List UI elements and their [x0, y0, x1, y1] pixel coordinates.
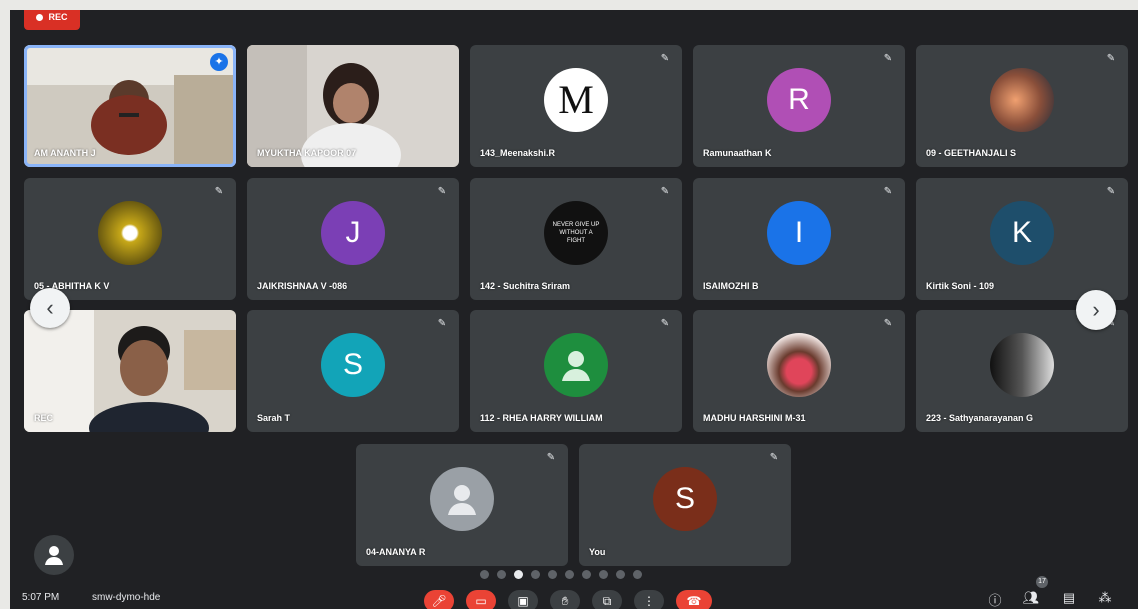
present-icon[interactable]: ⧉ [592, 590, 622, 609]
participant-tile[interactable]: ✎ K Kirtik Soni - 109 [916, 178, 1128, 300]
participant-name: ISAIMOZHI B [703, 281, 759, 291]
mic-muted-icon: ✎ [214, 186, 224, 197]
participant-avatar-photo [990, 332, 1054, 397]
participant-name: REC [34, 413, 54, 423]
pagination-dots [480, 570, 642, 579]
participant-name: Kirtik Soni - 109 [926, 281, 995, 291]
self-view-person-icon[interactable] [34, 535, 74, 575]
participant-tile[interactable]: ✦ AM ANANTH J [24, 45, 236, 167]
recording-badge: REC [24, 10, 80, 30]
participant-avatar: K [990, 200, 1054, 265]
participant-tile[interactable]: ✎ 04-ANANYA R [356, 444, 568, 566]
participant-tile-self[interactable]: ✎ S You [579, 444, 791, 566]
captions-icon[interactable]: ▣ [508, 590, 538, 609]
camera-off-icon[interactable]: ▭ [466, 590, 496, 609]
pagination-dot[interactable] [497, 570, 506, 579]
pagination-dot[interactable] [548, 570, 557, 579]
mic-muted-icon: ✎ [883, 53, 893, 64]
pagination-dot[interactable] [480, 570, 489, 579]
meeting-code: smw-dymo-hde [92, 592, 161, 603]
participant-tile[interactable]: ✎ J JAIKRISHNAA V -086 [247, 178, 459, 300]
previous-page-button[interactable]: ‹ [30, 288, 70, 328]
pagination-dot[interactable] [599, 570, 608, 579]
participant-avatar-photo: NEVER GIVE UP WITHOUT A FIGHT [544, 200, 608, 265]
participant-name: 112 - RHEA HARRY WILLIAM [480, 413, 603, 423]
participant-name: 142 - Suchitra Sriram [480, 281, 571, 291]
participant-avatar-photo [990, 67, 1054, 132]
participant-avatar-photo [767, 332, 831, 397]
pagination-dot[interactable] [531, 570, 540, 579]
info-icon[interactable]: ⓘ [986, 590, 1004, 609]
recording-label: REC [48, 12, 68, 22]
participant-avatar: R [767, 67, 831, 132]
raise-hand-icon[interactable]: ✋︎ [550, 590, 580, 609]
mic-muted-icon: ✎ [883, 318, 893, 329]
participant-avatar: I [767, 200, 831, 265]
participant-tile[interactable]: REC [24, 310, 236, 432]
participant-tile[interactable]: ✎ 112 - RHEA HARRY WILLIAM [470, 310, 682, 432]
recording-dot-icon [36, 13, 44, 21]
pagination-dot[interactable] [565, 570, 574, 579]
end-call-icon[interactable]: ☎ [676, 590, 712, 609]
generic-person-icon [544, 332, 608, 397]
participant-tile[interactable]: ✎ S Sarah T [247, 310, 459, 432]
participant-avatar: M [544, 67, 608, 132]
mic-off-icon[interactable]: 🎤︎ [424, 590, 454, 609]
participant-avatar: J [321, 200, 385, 265]
mic-muted-icon: ✎ [883, 186, 893, 197]
pinned-icon: ✦ [210, 53, 228, 71]
participant-tile[interactable]: ✎ R Ramunaathan K [693, 45, 905, 167]
mic-muted-icon: ✎ [660, 186, 670, 197]
mic-muted-icon: ✎ [437, 318, 447, 329]
mic-muted-icon: ✎ [769, 452, 779, 463]
meeting-stage: REC ✦ AM ANANTH J MYUKTHA KAPOOR 07 ✎ M … [10, 10, 1138, 609]
participant-tile[interactable]: ✎ MADHU HARSHINI M-31 [693, 310, 905, 432]
mic-muted-icon: ✎ [660, 318, 670, 329]
more-icon[interactable]: ⋮ [634, 590, 664, 609]
pagination-dot[interactable] [582, 570, 591, 579]
mic-muted-icon: ✎ [546, 452, 556, 463]
participant-tile[interactable]: ✎ M 143_Meenakshi.R [470, 45, 682, 167]
activities-icon[interactable]: ⁂ [1096, 590, 1114, 606]
participant-tile[interactable]: ✎ 05 - ABHITHA K V [24, 178, 236, 300]
pagination-dot[interactable] [633, 570, 642, 579]
participant-name: 04-ANANYA R [366, 547, 426, 557]
participant-count-badge: 17 [1036, 576, 1048, 588]
generic-person-icon [430, 466, 494, 531]
participant-video [24, 310, 236, 432]
participant-name: Sarah T [257, 413, 291, 423]
next-page-button[interactable]: › [1076, 290, 1116, 330]
participant-avatar: S [653, 466, 717, 531]
participant-avatar-photo [98, 200, 162, 265]
participant-name: JAIKRISHNAA V -086 [257, 281, 348, 291]
pagination-dot[interactable] [616, 570, 625, 579]
participant-name: 143_Meenakshi.R [480, 148, 556, 158]
participant-name: You [589, 547, 606, 557]
participant-name: Ramunaathan K [703, 148, 772, 158]
participant-avatar: S [321, 332, 385, 397]
participant-tile[interactable]: ✎ 09 - GEETHANJALI S [916, 45, 1128, 167]
participant-tile[interactable]: ✎ NEVER GIVE UP WITHOUT A FIGHT 142 - Su… [470, 178, 682, 300]
chat-icon[interactable]: ▤ [1060, 590, 1078, 606]
mic-muted-icon: ✎ [437, 186, 447, 197]
participant-name: MADHU HARSHINI M-31 [703, 413, 806, 423]
clock: 5:07 PM [22, 592, 60, 603]
mic-muted-icon: ✎ [1106, 53, 1116, 64]
people-icon[interactable]: 👥︎ [1022, 590, 1040, 606]
participant-name: AM ANANTH J [34, 148, 96, 158]
participant-tile[interactable]: MYUKTHA KAPOOR 07 [247, 45, 459, 167]
mic-muted-icon: ✎ [1106, 186, 1116, 197]
mic-muted-icon: ✎ [660, 53, 670, 64]
participant-name: MYUKTHA KAPOOR 07 [257, 148, 357, 158]
participant-tile[interactable]: ✎ I ISAIMOZHI B [693, 178, 905, 300]
participant-name: 09 - GEETHANJALI S [926, 148, 1017, 158]
pagination-dot[interactable] [514, 570, 523, 579]
bottom-toolbar: 5:07 PM smw-dymo-hde 🎤︎ ▭ ▣ ✋︎ ⧉ ⋮ ☎ ⓘ 👥… [10, 576, 1138, 609]
participant-name: 223 - Sathyanarayanan G [926, 413, 1034, 423]
